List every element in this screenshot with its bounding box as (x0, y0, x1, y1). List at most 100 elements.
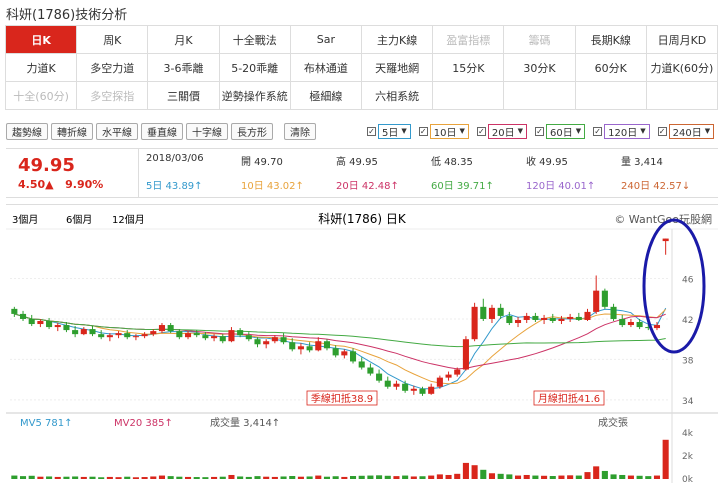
tab-0-7[interactable]: 籌碼 (503, 25, 576, 54)
candle-body (219, 336, 226, 342)
chevron-down-icon: ▼ (401, 127, 407, 135)
candle-body (193, 333, 200, 336)
tool-button-4[interactable]: 十字線 (186, 122, 228, 140)
ma-select[interactable]: 10日 ▼ (429, 123, 469, 139)
volume-bar (384, 475, 391, 479)
candle-body (289, 342, 296, 350)
tab-1-3[interactable]: 5-20乖離 (218, 53, 291, 82)
tab-2-1[interactable]: 多空探指 (76, 81, 149, 110)
range-12m-button[interactable]: 12個月 (112, 213, 145, 226)
tab-2-4[interactable]: 極細線 (289, 81, 363, 110)
tab-0-2[interactable]: 月K (147, 25, 220, 54)
divider (138, 149, 139, 197)
tab-2-9 (645, 81, 719, 110)
candle-body (384, 380, 391, 387)
y-tick-label: 38 (682, 356, 694, 366)
tab-1-9[interactable]: 力道K(60分) (645, 53, 719, 82)
tab-1-5[interactable]: 天羅地網 (361, 53, 434, 82)
candle-body (532, 315, 539, 320)
tab-2-2[interactable]: 三關價 (147, 81, 220, 110)
tab-1-4[interactable]: 布林通道 (289, 53, 363, 82)
ma-option-4[interactable]: ✓ 120日 ▼ (593, 123, 650, 139)
tab-2-8 (574, 81, 647, 110)
candle-body (454, 369, 461, 375)
tab-0-9[interactable]: 日周月KD (645, 25, 719, 54)
candle-body (237, 330, 244, 336)
tab-1-0[interactable]: 力道K (5, 53, 78, 82)
candle-body (523, 315, 530, 320)
tab-0-8[interactable]: 長期K線 (574, 25, 647, 54)
annotation-month-text: 月線扣抵41.6 (538, 392, 600, 405)
tab-0-0[interactable]: 日K (5, 25, 78, 54)
tab-1-8[interactable]: 60分K (574, 53, 647, 82)
volume-bar (19, 476, 27, 479)
tab-2-0[interactable]: 十全(60分) (5, 81, 78, 110)
volume-bar (376, 475, 383, 479)
volume-bar (202, 477, 209, 479)
range-3m-button[interactable]: 3個月 (12, 213, 38, 226)
tool-button-0[interactable]: 趨勢線 (6, 122, 48, 140)
tab-1-1[interactable]: 多空力道 (76, 53, 149, 82)
tab-1-2[interactable]: 3-6乖離 (147, 53, 220, 82)
volume-bar (523, 474, 530, 479)
tab-2-5[interactable]: 六相系統 (361, 81, 434, 110)
ma-option-3[interactable]: ✓ 60日 ▼ (535, 123, 586, 139)
volume-bar (662, 439, 669, 479)
ma-checkbox[interactable]: ✓ (476, 126, 486, 136)
ma-select[interactable]: 20日 ▼ (487, 123, 528, 139)
tab-0-6[interactable]: 盈富指標 (432, 25, 505, 54)
tool-button-5[interactable]: 長方形 (231, 122, 273, 140)
ma-checkbox[interactable]: ✓ (535, 126, 545, 136)
volume-bar (211, 476, 218, 479)
ma-option-1[interactable]: ✓ 10日 ▼ (418, 123, 469, 139)
tab-row: 十全(60分) 多空探指 三關價 逆勢操作系統 極細線 六相系統 (5, 81, 719, 110)
tab-1-7[interactable]: 30分K (503, 53, 576, 82)
volume-bar (297, 476, 304, 479)
change-amount: 4.50▲ (18, 178, 54, 191)
tab-1-6[interactable]: 15分K (432, 53, 505, 82)
ma-option-0[interactable]: ✓ 5日 ▼ (367, 123, 411, 139)
volume-bar (497, 473, 504, 479)
tab-0-4[interactable]: Sar (289, 25, 363, 54)
ma-option-5[interactable]: ✓ 240日 ▼ (657, 123, 715, 139)
close-value: 收 49.95 (526, 157, 568, 168)
ma-checkbox[interactable]: ✓ (657, 126, 667, 136)
tool-button-3[interactable]: 垂直線 (141, 122, 183, 140)
tool-button-1[interactable]: 轉折線 (51, 122, 93, 140)
tab-0-3[interactable]: 十全戰法 (218, 25, 291, 54)
candle-body (410, 388, 417, 391)
chevron-down-icon: ▼ (640, 127, 646, 135)
candle-body (202, 335, 209, 339)
price-chart[interactable]: 34384246 0k2k4k 3個月 6個月 12個月 科妍(1786) 日K… (6, 205, 718, 483)
volume-bar (584, 472, 591, 479)
volume-bar (627, 475, 634, 479)
ma-checkbox[interactable]: ✓ (418, 126, 428, 136)
ma-select[interactable]: 5日 ▼ (378, 123, 411, 139)
volume-bar (254, 476, 261, 479)
chevron-down-icon: ▼ (517, 127, 524, 135)
tab-0-5[interactable]: 主力K線 (361, 25, 434, 54)
ma-select[interactable]: 240日 ▼ (668, 123, 715, 139)
range-6m-button[interactable]: 6個月 (66, 213, 92, 226)
ma-option-2[interactable]: ✓ 20日 ▼ (476, 123, 528, 139)
ma-select[interactable]: 60日 ▼ (546, 123, 586, 139)
ma-checkbox[interactable]: ✓ (367, 126, 376, 136)
volume-bar (445, 474, 452, 479)
tool-button-6[interactable]: 清除 (284, 122, 316, 140)
chart-title: 科妍(1786) 日K (318, 212, 407, 226)
chevron-down-icon: ▼ (575, 127, 582, 135)
quote-date: 2018/03/06 (146, 153, 204, 164)
tab-2-3[interactable]: 逆勢操作系統 (218, 81, 291, 110)
ma-checkbox[interactable]: ✓ (593, 126, 603, 136)
candle-body (132, 336, 139, 338)
page-title: 科妍(1786)技術分析 (6, 8, 128, 23)
volume-bar (358, 475, 365, 479)
candle-body (593, 290, 600, 312)
candle-body (80, 329, 87, 335)
tool-button-2[interactable]: 水平線 (96, 122, 138, 140)
ma-select[interactable]: 120日 ▼ (604, 123, 650, 139)
candle-body (402, 383, 409, 391)
candle-body (358, 361, 365, 368)
volume-bar (150, 476, 157, 479)
tab-0-1[interactable]: 周K (76, 25, 149, 54)
